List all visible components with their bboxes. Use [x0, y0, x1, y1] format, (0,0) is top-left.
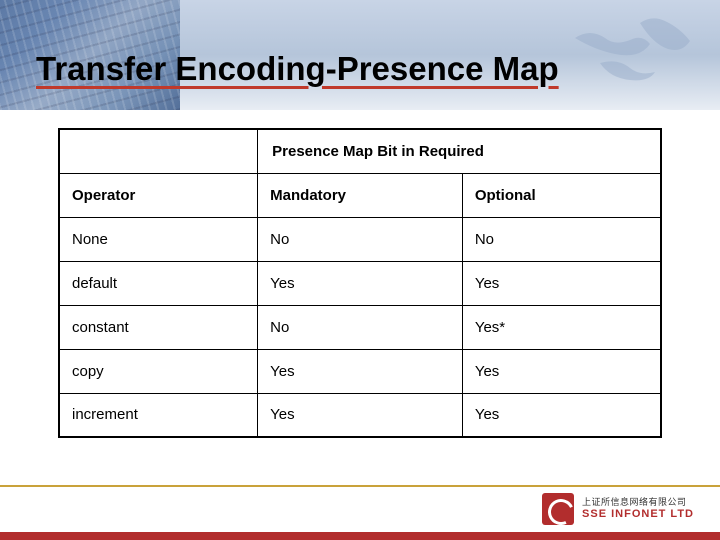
cell-operator: None [59, 217, 258, 261]
cell-operator: default [59, 261, 258, 305]
logo-mark-icon [542, 493, 574, 525]
cell-optional: Yes* [462, 305, 661, 349]
table-row: None No No [59, 217, 661, 261]
footer-bar [0, 532, 720, 540]
empty-header-cell [59, 129, 258, 173]
cell-mandatory: No [258, 217, 463, 261]
cell-optional: Yes [462, 349, 661, 393]
table-header-row-1: Presence Map Bit in Required [59, 129, 661, 173]
cell-mandatory: Yes [258, 393, 463, 437]
cell-optional: Yes [462, 393, 661, 437]
cell-optional: Yes [462, 261, 661, 305]
slide-title: Transfer Encoding-Presence Map [36, 50, 700, 88]
header-optional: Optional [462, 173, 661, 217]
footer: 上证所信息网络有限公司 SSE INFONET LTD [0, 485, 720, 540]
table-header-row-2: Operator Mandatory Optional [59, 173, 661, 217]
cell-mandatory: No [258, 305, 463, 349]
header-mandatory: Mandatory [258, 173, 463, 217]
logo-text-cn: 上证所信息网络有限公司 [582, 498, 694, 507]
cell-operator: copy [59, 349, 258, 393]
cell-operator: constant [59, 305, 258, 349]
table-row: copy Yes Yes [59, 349, 661, 393]
merged-header-cell: Presence Map Bit in Required [258, 129, 661, 173]
cell-optional: No [462, 217, 661, 261]
logo-text-en: SSE INFONET LTD [582, 509, 694, 520]
cell-mandatory: Yes [258, 261, 463, 305]
presence-map-table: Presence Map Bit in Required Operator Ma… [58, 128, 662, 438]
table-row: increment Yes Yes [59, 393, 661, 437]
footer-divider [0, 485, 720, 487]
table-row: default Yes Yes [59, 261, 661, 305]
cell-operator: increment [59, 393, 258, 437]
cell-mandatory: Yes [258, 349, 463, 393]
header-operator: Operator [59, 173, 258, 217]
sse-infonet-logo: 上证所信息网络有限公司 SSE INFONET LTD [542, 493, 694, 525]
table-row: constant No Yes* [59, 305, 661, 349]
